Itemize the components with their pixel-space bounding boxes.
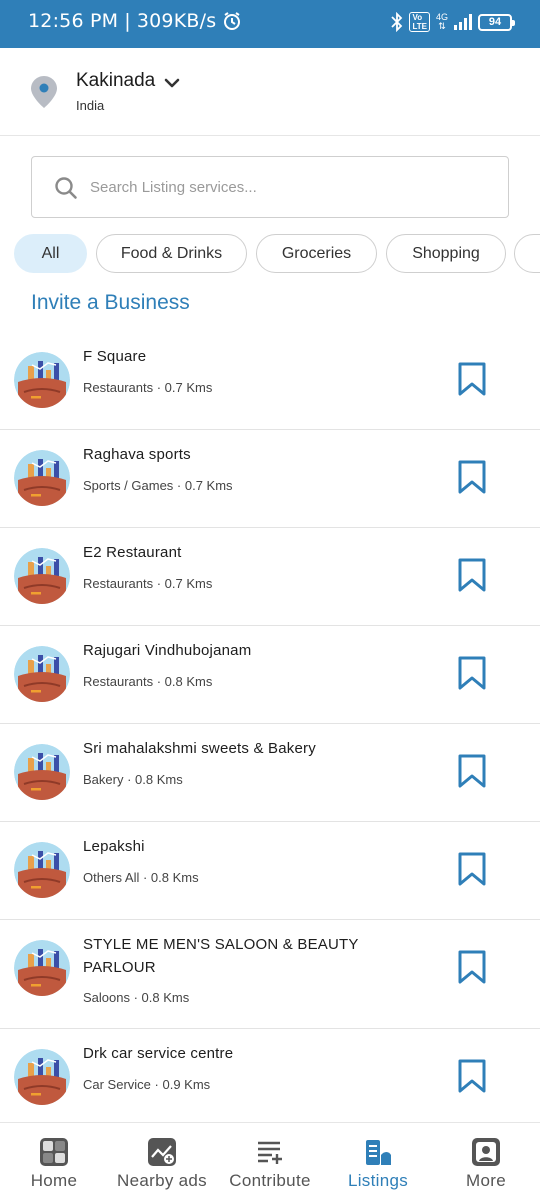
nav-more[interactable]: More <box>432 1123 540 1200</box>
business-avatar-icon <box>14 744 70 800</box>
listings-icon <box>363 1137 393 1167</box>
search-icon <box>55 177 77 199</box>
nav-nearby-ads[interactable]: Nearby ads <box>108 1123 216 1200</box>
location-city[interactable]: Kakinada <box>76 70 155 92</box>
volte-badge: Vo LTE <box>409 12 430 32</box>
bookmark-icon[interactable] <box>458 460 486 494</box>
listing-meta: Bakery · 0.8 Kms <box>83 772 183 787</box>
chip-all[interactable]: All <box>14 234 87 273</box>
listing-name: STYLE ME MEN'S SALOON & BEAUTY PARLOUR <box>83 936 359 976</box>
listing-name: Lepakshi <box>83 838 145 855</box>
listing-meta: Restaurants · 0.7 Kms <box>83 380 213 395</box>
business-avatar-icon <box>14 548 70 604</box>
location-header[interactable]: Kakinada India <box>0 48 540 136</box>
business-avatar-icon <box>14 352 70 408</box>
bookmark-icon[interactable] <box>458 656 486 690</box>
listing-meta: Car Service · 0.9 Kms <box>83 1077 211 1092</box>
listing-row[interactable]: Rajugari Vindhubojanam Restaurants · 0.8… <box>0 626 540 724</box>
business-avatar-icon <box>14 842 70 898</box>
listing-meta: Restaurants · 0.8 Kms <box>83 674 213 689</box>
location-pin-icon <box>31 76 57 108</box>
chip-groceries[interactable]: Groceries <box>256 234 377 273</box>
listing-row[interactable]: Raghava sports Sports / Games · 0.7 Kms <box>0 430 540 528</box>
invite-business-link[interactable]: Invite a Business <box>31 291 190 315</box>
listing-name: Sri mahalakshmi sweets & Bakery <box>83 740 316 757</box>
chip-more-partial[interactable] <box>514 234 540 273</box>
status-right: Vo LTE 4G ⇅ 94 <box>391 12 515 32</box>
listing-row[interactable]: F Square Restaurants · 0.7 Kms <box>0 332 540 430</box>
bookmark-icon[interactable] <box>458 1059 486 1093</box>
bookmark-icon[interactable] <box>458 852 486 886</box>
home-grid-icon <box>39 1137 69 1167</box>
more-icon <box>471 1137 501 1167</box>
business-avatar-icon <box>14 450 70 506</box>
listing-meta: Restaurants · 0.7 Kms <box>83 576 213 591</box>
signal-icon <box>454 14 472 30</box>
listing-meta: Sports / Games · 0.7 Kms <box>83 478 233 493</box>
bookmark-icon[interactable] <box>458 362 486 396</box>
listing-name: F Square <box>83 348 147 365</box>
nav-more-label: More <box>466 1171 506 1190</box>
listing-meta: Others All · 0.8 Kms <box>83 870 199 885</box>
bookmark-icon[interactable] <box>458 950 486 984</box>
bookmark-icon[interactable] <box>458 754 486 788</box>
battery-level: 94 <box>488 16 502 28</box>
listing-name: Raghava sports <box>83 446 191 463</box>
nav-contribute-label: Contribute <box>229 1171 311 1190</box>
nearby-ads-icon <box>147 1137 177 1167</box>
status-bar: 12:56 PM | 309KB/s Vo LTE 4G ⇅ 94 <box>0 0 540 48</box>
chevron-down-icon[interactable] <box>163 74 181 92</box>
search-input[interactable] <box>90 171 490 203</box>
business-avatar-icon <box>14 1049 70 1105</box>
listings-list: F Square Restaurants · 0.7 Kms Raghava s… <box>0 332 540 1127</box>
nav-listings-label: Listings <box>347 1171 409 1190</box>
alarm-icon <box>224 12 241 30</box>
listing-row[interactable]: Drk car service centre Car Service · 0.9… <box>0 1029 540 1127</box>
listing-name: Rajugari Vindhubojanam <box>83 642 252 659</box>
nav-home[interactable]: Home <box>0 1123 108 1200</box>
status-left: 12:56 PM | 309KB/s <box>28 10 242 32</box>
battery-icon: 94 <box>478 13 515 31</box>
listing-name: Drk car service centre <box>83 1045 234 1062</box>
listing-row[interactable]: Lepakshi Others All · 0.8 Kms <box>0 822 540 920</box>
nav-home-label: Home <box>30 1171 78 1190</box>
chip-shopping[interactable]: Shopping <box>386 234 506 273</box>
listing-row[interactable]: STYLE ME MEN'S SALOON & BEAUTY PARLOUR S… <box>0 920 540 1029</box>
search-box[interactable] <box>31 156 509 218</box>
network-type: 4G ⇅ <box>435 12 448 31</box>
chip-food-drinks[interactable]: Food & Drinks <box>96 234 247 273</box>
business-avatar-icon <box>14 940 70 996</box>
status-speed: 309KB/s <box>136 10 217 32</box>
category-chips: All Food & Drinks Groceries Shopping <box>14 234 540 274</box>
listing-meta: Saloons · 0.8 Kms <box>83 990 190 1005</box>
bottom-nav: Home Nearby ads Contribute Listings More <box>0 1122 540 1200</box>
nav-listings[interactable]: Listings <box>324 1123 432 1200</box>
listing-name: E2 Restaurant <box>83 544 182 561</box>
nav-nearby-ads-label: Nearby ads <box>117 1171 207 1190</box>
listing-row[interactable]: Sri mahalakshmi sweets & Bakery Bakery ·… <box>0 724 540 822</box>
location-country: India <box>76 98 105 113</box>
contribute-icon <box>255 1137 285 1167</box>
bluetooth-icon <box>391 12 403 32</box>
bookmark-icon[interactable] <box>458 558 486 592</box>
business-avatar-icon <box>14 646 70 702</box>
status-time: 12:56 PM <box>28 10 119 32</box>
nav-contribute[interactable]: Contribute <box>216 1123 324 1200</box>
listing-row[interactable]: E2 Restaurant Restaurants · 0.7 Kms <box>0 528 540 626</box>
